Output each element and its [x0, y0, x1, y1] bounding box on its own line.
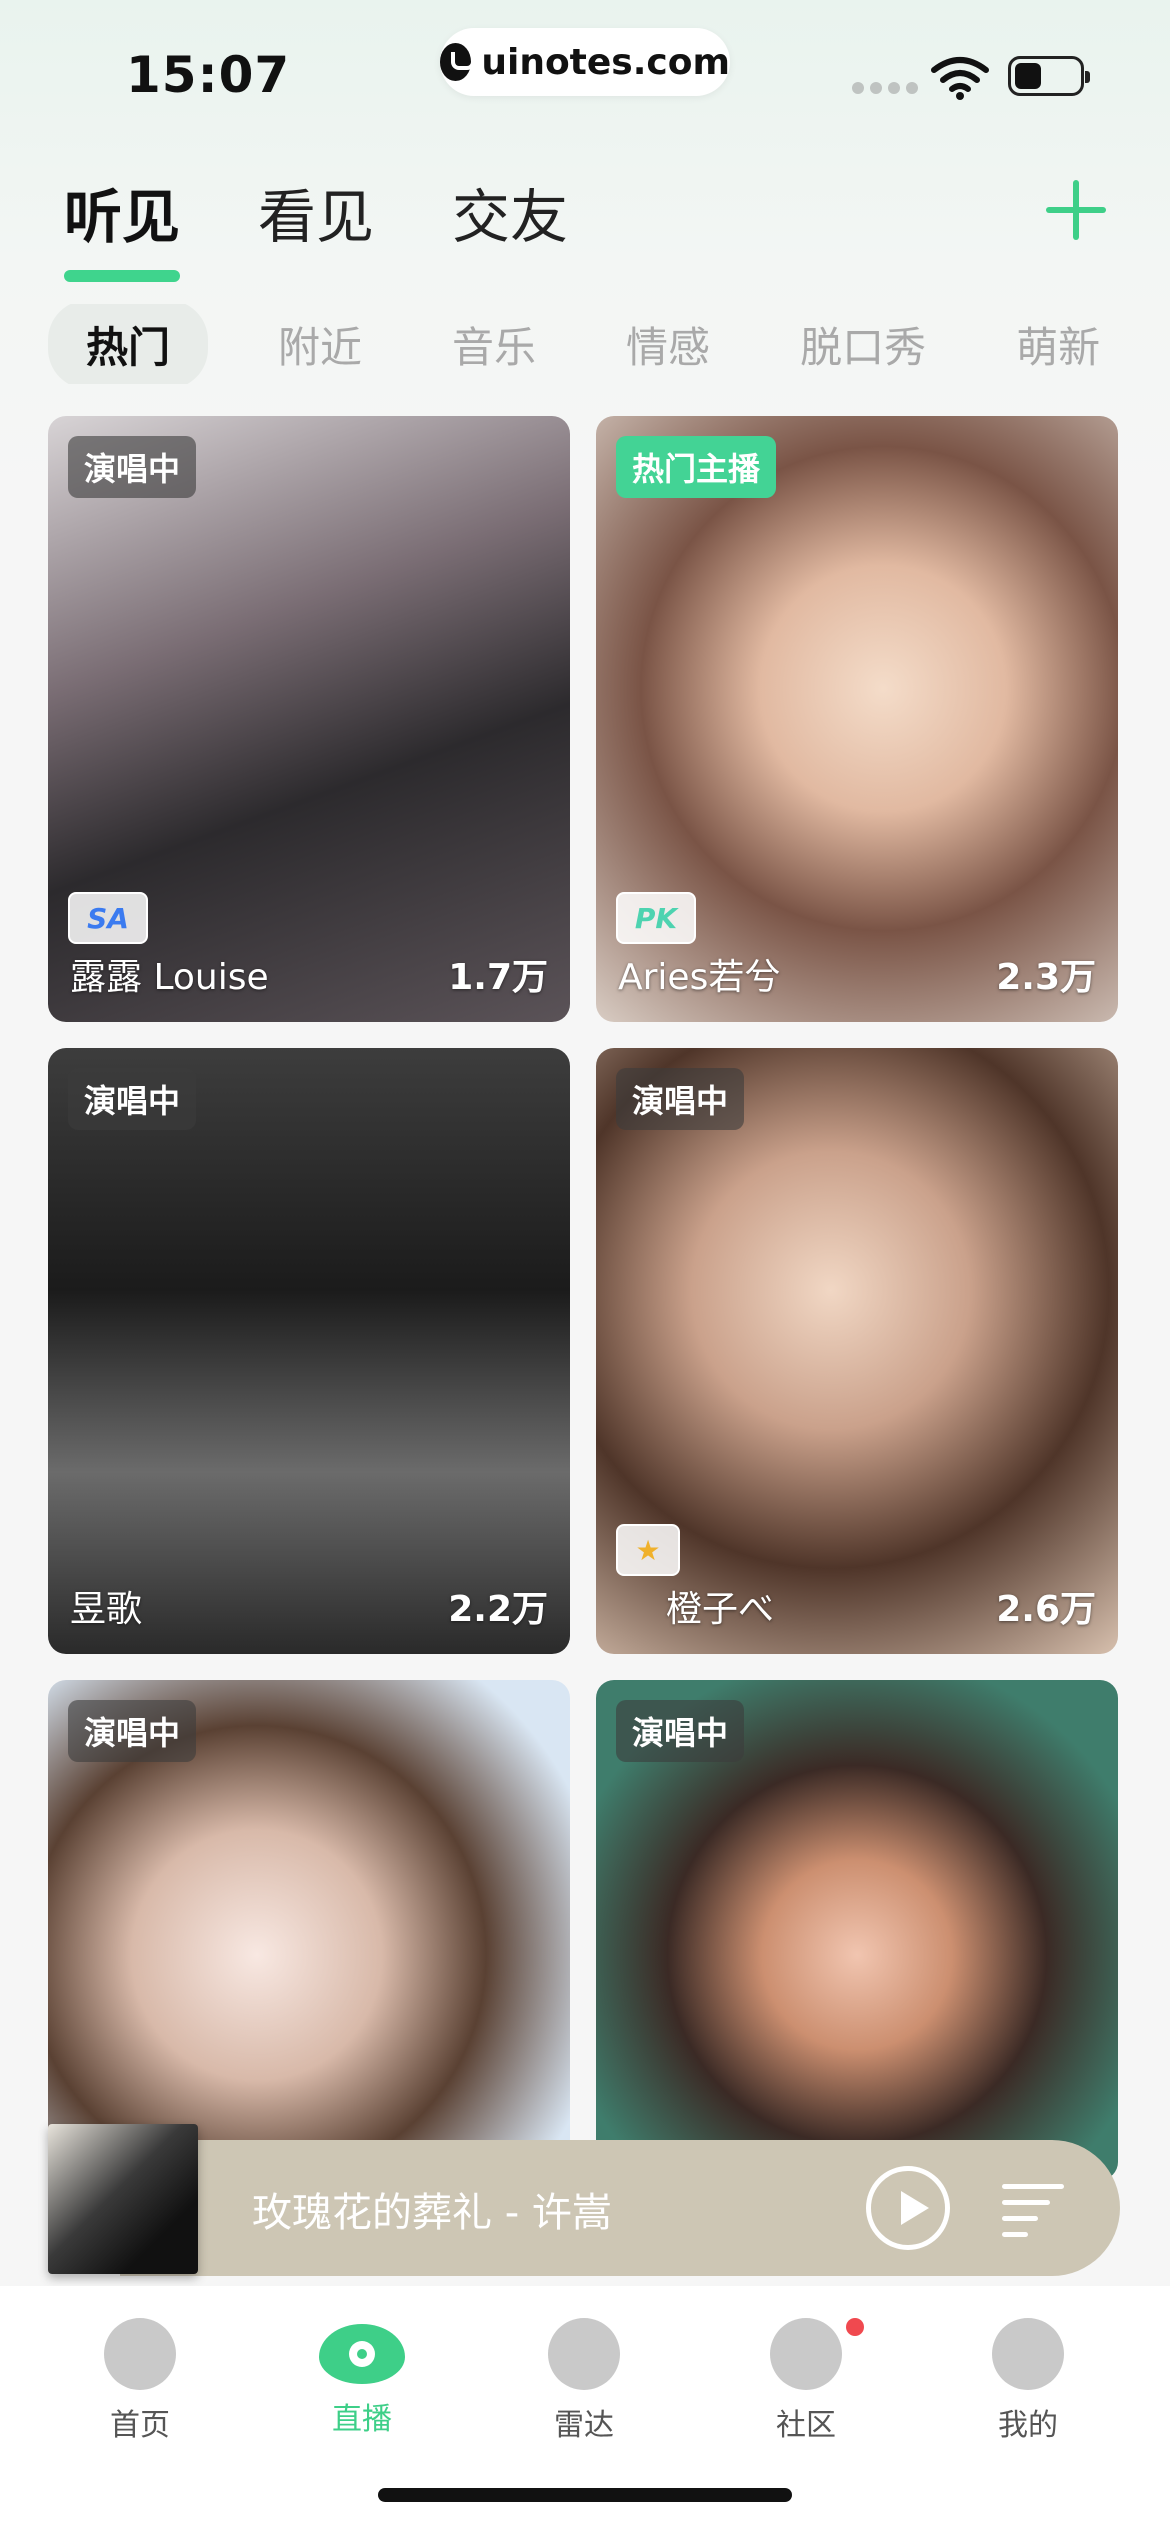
nav-community[interactable]: 社区	[736, 2318, 876, 2444]
album-cover	[48, 2124, 198, 2274]
live-eye-icon	[319, 2324, 405, 2384]
sa-icon: SA	[68, 892, 148, 944]
viewer-count: 2.3万	[996, 957, 1096, 998]
live-card[interactable]: 演唱中 SA 露露 Louise 1.7万	[48, 416, 570, 1022]
status-badge: 演唱中	[68, 1068, 197, 1130]
battery-icon	[1008, 56, 1090, 96]
viewer-count: 1.7万	[448, 957, 548, 998]
now-playing-title: 玫瑰花的葬礼 - 许嵩	[252, 2190, 612, 2236]
nav-label: 雷达	[554, 2408, 614, 2443]
nav-home[interactable]: 首页	[70, 2318, 210, 2444]
viewer-count: 2.6万	[996, 1589, 1096, 1630]
status-bar: 15:07 uinotes.com	[0, 0, 1170, 130]
main-tabs: 听见 看见 交友	[64, 170, 568, 282]
live-card[interactable]: 演唱中	[48, 1680, 570, 2180]
live-card[interactable]: 演唱中 ★ 橙子べ 2.6万	[596, 1048, 1118, 1654]
category-emotion[interactable]: 情感	[626, 314, 710, 375]
notification-dot	[846, 2318, 864, 2336]
community-icon	[770, 2318, 842, 2390]
status-badge: 演唱中	[68, 1700, 197, 1762]
nav-label: 首页	[110, 2408, 170, 2443]
wifi-icon	[931, 57, 989, 100]
hot-anchor-badge: 热门主播	[616, 436, 777, 498]
category-music[interactable]: 音乐	[452, 314, 536, 375]
category-nearby[interactable]: 附近	[278, 314, 362, 375]
url-text: uinotes.com	[481, 41, 730, 83]
nav-label: 直播	[332, 2402, 392, 2437]
home-music-icon	[104, 2318, 176, 2390]
medal-icon: ★	[616, 1524, 680, 1576]
nav-label: 社区	[776, 2408, 836, 2443]
radar-icon	[548, 2318, 620, 2390]
status-time: 15:07	[126, 46, 291, 104]
nav-profile[interactable]: 我的	[958, 2318, 1098, 2444]
category-bar: 热门 附近 音乐 情感 脱口秀 萌新	[48, 304, 1170, 384]
add-icon[interactable]	[1046, 180, 1106, 240]
live-card[interactable]: 热门主播 PK Aries若兮 2.3万	[596, 416, 1118, 1022]
tab-listen[interactable]: 听见	[64, 170, 181, 282]
category-hot[interactable]: 热门	[48, 304, 209, 384]
tab-friends[interactable]: 交友	[452, 170, 568, 254]
playlist-icon[interactable]	[1002, 2180, 1072, 2240]
streamer-name: 橙子べ	[666, 1589, 775, 1630]
home-indicator[interactable]	[378, 2488, 792, 2502]
pk-icon: PK	[616, 892, 696, 944]
viewer-count: 2.2万	[448, 1589, 548, 1630]
play-icon[interactable]	[866, 2166, 950, 2250]
streamer-name: 露露 Louise	[70, 957, 269, 998]
nav-live[interactable]: 直播	[292, 2318, 432, 2438]
category-newbie[interactable]: 萌新	[1016, 314, 1100, 375]
streamer-name: Aries若兮	[618, 957, 781, 998]
live-card[interactable]: 演唱中 昱歌 2.2万	[48, 1048, 570, 1654]
album-art[interactable]	[48, 2124, 268, 2274]
status-badge: 演唱中	[616, 1700, 745, 1762]
streamer-name: 昱歌	[70, 1589, 143, 1630]
nav-radar[interactable]: 雷达	[514, 2318, 654, 2444]
status-badge: 演唱中	[616, 1068, 745, 1130]
status-badge: 演唱中	[68, 436, 197, 498]
url-pill[interactable]: uinotes.com	[440, 28, 730, 96]
profile-icon	[992, 2318, 1064, 2390]
tab-watch[interactable]: 看见	[258, 170, 374, 254]
live-card[interactable]: 演唱中	[596, 1680, 1118, 2180]
category-talkshow[interactable]: 脱口秀	[800, 314, 926, 375]
nav-label: 我的	[998, 2408, 1058, 2443]
uinotes-logo-icon	[440, 43, 476, 81]
cellular-signal-icon	[852, 82, 918, 94]
